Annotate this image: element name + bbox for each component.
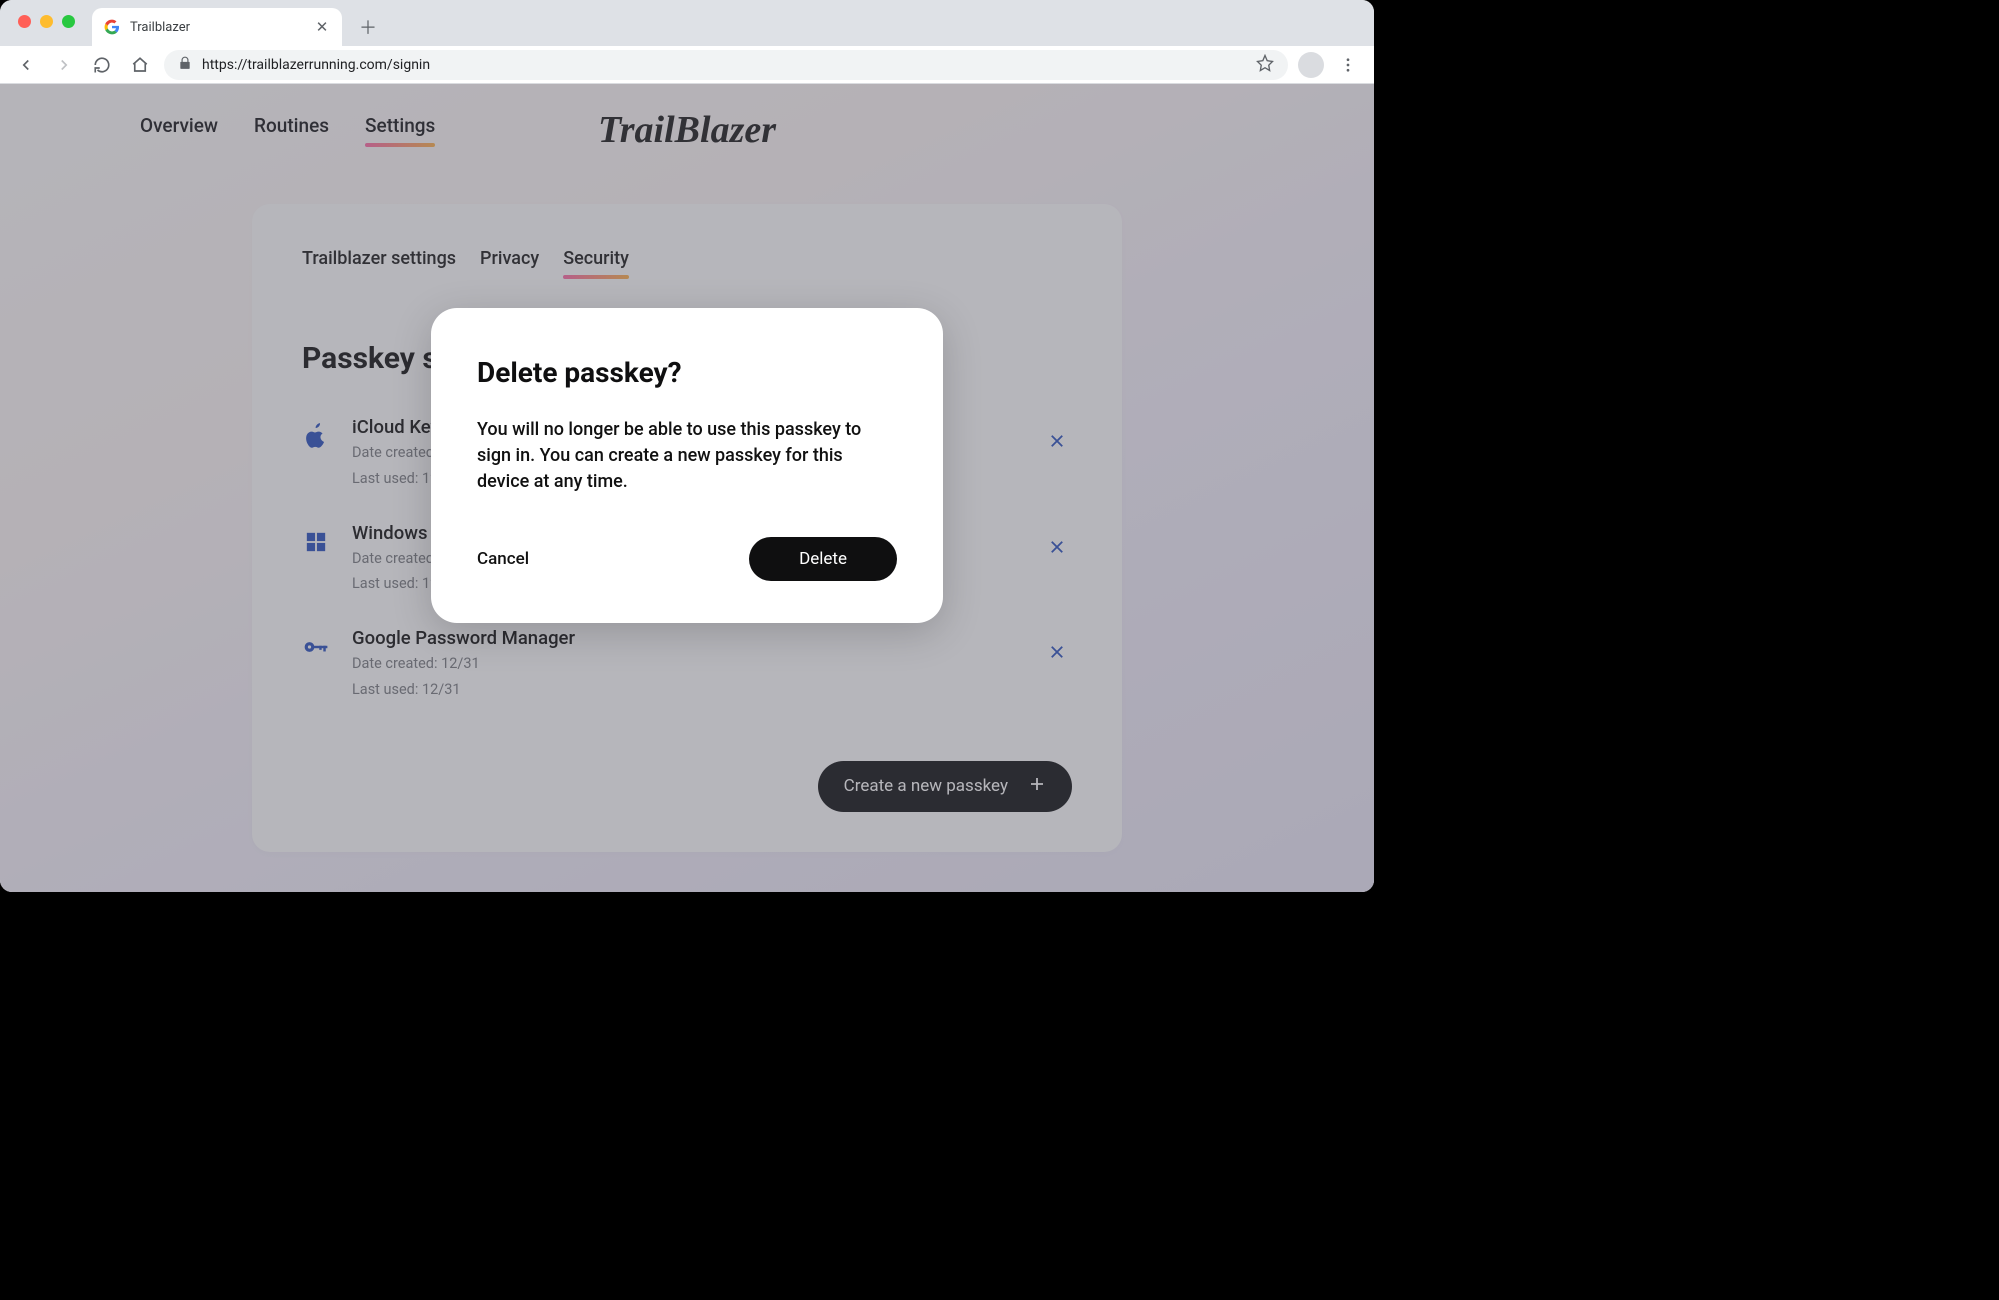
address-bar[interactable]: https://trailblazerrunning.com/signin	[164, 50, 1288, 80]
close-window-button[interactable]	[18, 15, 31, 28]
google-favicon-icon	[104, 19, 120, 35]
browser-toolbar: https://trailblazerrunning.com/signin	[0, 46, 1374, 84]
url-text: https://trailblazerrunning.com/signin	[202, 57, 1246, 73]
page-content: Overview Routines Settings TrailBlazer T…	[0, 84, 1374, 892]
dialog-actions: Cancel Delete	[477, 537, 897, 581]
maximize-window-button[interactable]	[62, 15, 75, 28]
menu-button[interactable]	[1334, 51, 1362, 79]
cancel-button[interactable]: Cancel	[477, 549, 529, 569]
browser-tab-strip: Trailblazer ✕ ＋	[0, 0, 1374, 46]
lock-icon	[178, 55, 192, 74]
dialog-body: You will no longer be able to use this p…	[477, 417, 897, 495]
window-controls	[18, 15, 75, 28]
home-button[interactable]	[126, 51, 154, 79]
forward-button[interactable]	[50, 51, 78, 79]
reload-button[interactable]	[88, 51, 116, 79]
browser-tab-title: Trailblazer	[130, 20, 304, 35]
browser-tab[interactable]: Trailblazer ✕	[92, 8, 342, 46]
delete-button[interactable]: Delete	[749, 537, 897, 581]
back-button[interactable]	[12, 51, 40, 79]
modal-scrim[interactable]: Delete passkey? You will no longer be ab…	[0, 84, 1374, 892]
minimize-window-button[interactable]	[40, 15, 53, 28]
star-icon[interactable]	[1256, 54, 1274, 76]
profile-avatar[interactable]	[1298, 52, 1324, 78]
new-tab-button[interactable]: ＋	[354, 13, 382, 41]
dialog-title: Delete passkey?	[477, 356, 897, 389]
delete-passkey-dialog: Delete passkey? You will no longer be ab…	[431, 308, 943, 623]
browser-window: Trailblazer ✕ ＋ https://trailblazerrunni…	[0, 0, 1374, 892]
close-tab-button[interactable]: ✕	[314, 19, 330, 35]
